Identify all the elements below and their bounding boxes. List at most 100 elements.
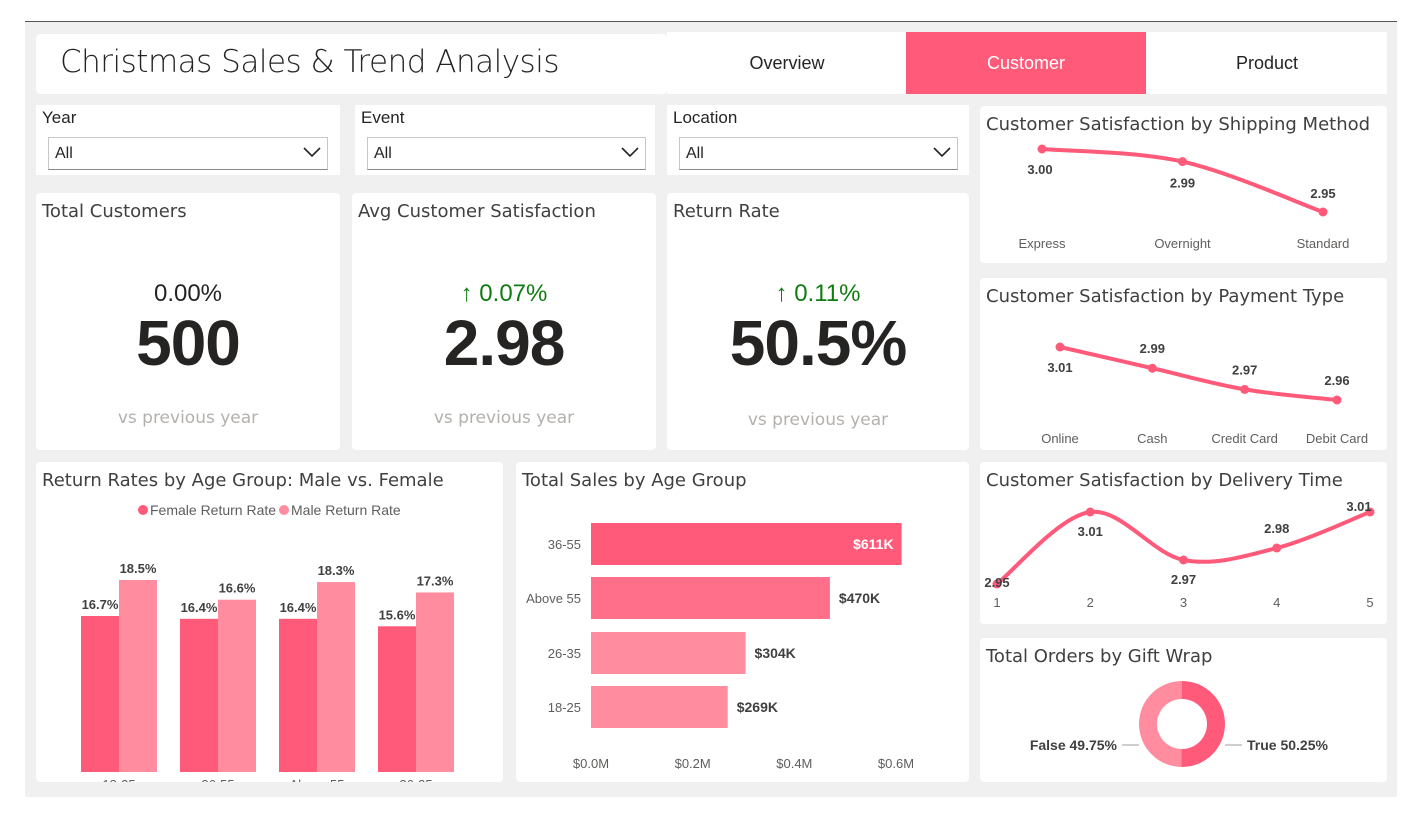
data-label: 18.3% (318, 563, 355, 578)
data-label: 15.6% (379, 607, 416, 622)
data-label: 2.99 (1170, 176, 1195, 191)
page-title: Christmas Sales & Trend Analysis (60, 44, 559, 80)
data-label: 2.99 (1140, 341, 1165, 356)
title-card: Christmas Sales & Trend Analysis (36, 34, 667, 94)
bar-male (317, 582, 355, 772)
giftwrap-donut-chart: True 50.25% False 49.75% (1030, 681, 1328, 767)
data-point (1178, 157, 1187, 167)
data-point (1332, 395, 1342, 405)
chart-payment-card: Customer Satisfaction by Payment Type 3.… (980, 278, 1387, 450)
y-tick-label: 18-25 (548, 700, 581, 715)
payment-line-chart: 3.01 Online Payment 2.99 Cash 2.97 Credit Card… (1034, 341, 1368, 450)
kpi-total-customers: Total Customers 0.00% 500 vs previous ye… (36, 193, 340, 450)
kpi-value: 2.98 (443, 307, 566, 379)
location-slicer-label: Location (673, 108, 738, 127)
x-tick-label: Above 55 (290, 777, 345, 782)
chevron-down-icon (303, 147, 321, 158)
tab-product[interactable]: Product (1147, 32, 1387, 94)
chart-sales-card: Total Sales by Age Group 36-55 $611K Above… (516, 462, 969, 782)
tab-customer[interactable]: Customer (906, 32, 1146, 94)
donut-slice (1181, 681, 1226, 767)
data-label: 2.95 (984, 575, 1009, 590)
chevron-down-icon (621, 147, 639, 158)
x-tick-label: Overnight (1154, 236, 1211, 251)
data-label: 2.95 (1310, 186, 1335, 201)
data-label: 16.4% (181, 600, 218, 615)
location-dropdown-value: All (686, 144, 704, 162)
event-dropdown-value: All (374, 144, 392, 162)
donut-slice (1139, 681, 1182, 767)
y-tick-label: 36-55 (548, 537, 581, 552)
x-tick-label: Credit Card (1211, 431, 1277, 446)
x-tick-label: 26-35 (399, 777, 432, 782)
legend-marker (279, 505, 289, 515)
legend-marker (138, 505, 148, 515)
location-dropdown[interactable]: All (679, 137, 958, 170)
kpi-value: 500 (136, 307, 241, 379)
bar-female (81, 616, 119, 772)
kpi-avg-satisfaction: Avg Customer Satisfaction ↑ 0.07% 2.98 v… (352, 193, 656, 450)
chart-giftwrap-card: Total Orders by Gift Wrap True 50.25% Fal… (980, 638, 1387, 782)
kpi-change: ↑ 0.11% (775, 280, 861, 307)
event-dropdown[interactable]: All (367, 137, 646, 170)
x-tick-label: Express (1019, 236, 1066, 251)
data-label: 16.6% (219, 581, 256, 596)
x-tick-label: $0.0M (573, 756, 609, 771)
kpi-change: 0.00% (153, 280, 223, 307)
data-label: 2.98 (1264, 521, 1289, 536)
data-label: 3.00 (1027, 162, 1052, 177)
bar (591, 577, 830, 619)
kpi-title: Total Customers (42, 201, 187, 222)
x-tick-label: Payment (1034, 448, 1086, 450)
tab-overview[interactable]: Overview (667, 32, 907, 94)
data-label: 2.97 (1232, 362, 1257, 377)
bar-female (180, 618, 218, 772)
x-tick-label: 1 (993, 595, 1000, 610)
x-tick-label: 18-25 (102, 777, 135, 782)
shipping-line-chart: 3.00 Express 2.99 Overnight 2.95 Standard (1019, 144, 1349, 251)
x-tick-label: Cash (1137, 431, 1167, 446)
x-tick-label: 36-55 (201, 777, 234, 782)
data-point (1240, 384, 1250, 394)
kpi-change: ↑ 0.07% (460, 280, 548, 307)
series-line (1058, 345, 1339, 402)
location-slicer: Location All (667, 105, 969, 175)
data-point (1179, 555, 1188, 565)
chart-returns-card: Return Rates by Age Group: Male vs. Fema… (36, 462, 503, 782)
kpi-subtitle: vs previous year (117, 408, 259, 428)
data-point (1318, 207, 1328, 217)
kpi-subtitle: vs previous year (433, 408, 575, 428)
data-label: 16.7% (82, 597, 119, 612)
bar-female (378, 626, 416, 772)
kpi-title: Avg Customer Satisfaction (358, 201, 596, 222)
kpi-value: 50.5% (729, 307, 907, 379)
x-tick-label: 5 (1366, 595, 1373, 610)
data-label: 2.96 (1324, 373, 1349, 388)
data-point (1272, 543, 1282, 553)
year-slicer-label: Year (42, 108, 77, 127)
data-label: $269K (737, 699, 778, 715)
bar-male (218, 599, 256, 772)
kpi-return-rate: Return Rate ↑ 0.11% 50.5% vs previous ye… (667, 193, 969, 450)
x-tick-label: 2 (1087, 595, 1094, 610)
y-tick-label: Above 55 (526, 591, 581, 606)
data-label: 18.5% (120, 561, 157, 576)
data-label: 3.01 (1078, 524, 1103, 539)
y-tick-label: 26-35 (548, 646, 581, 661)
sales-bar-chart: 36-55 $611K Above 55 $470K 26-35 $304K 18-25 $2… (526, 523, 914, 771)
data-point (1037, 144, 1047, 154)
year-dropdown-value: All (55, 144, 73, 162)
bar-male (119, 580, 157, 772)
data-label: 16.4% (280, 600, 317, 615)
x-tick-label: $0.2M (675, 756, 711, 771)
x-tick-label: $0.4M (776, 756, 812, 771)
x-tick-label: 3 (1180, 595, 1187, 610)
data-label: $611K (853, 536, 893, 552)
data-label: 17.3% (417, 573, 454, 588)
bar-female (279, 618, 317, 772)
x-tick-label: $0.6M (878, 756, 914, 771)
kpi-title: Return Rate (673, 201, 780, 222)
data-point (1085, 507, 1095, 517)
year-dropdown[interactable]: All (48, 137, 328, 170)
legend-label: Male Return Rate (291, 502, 401, 518)
